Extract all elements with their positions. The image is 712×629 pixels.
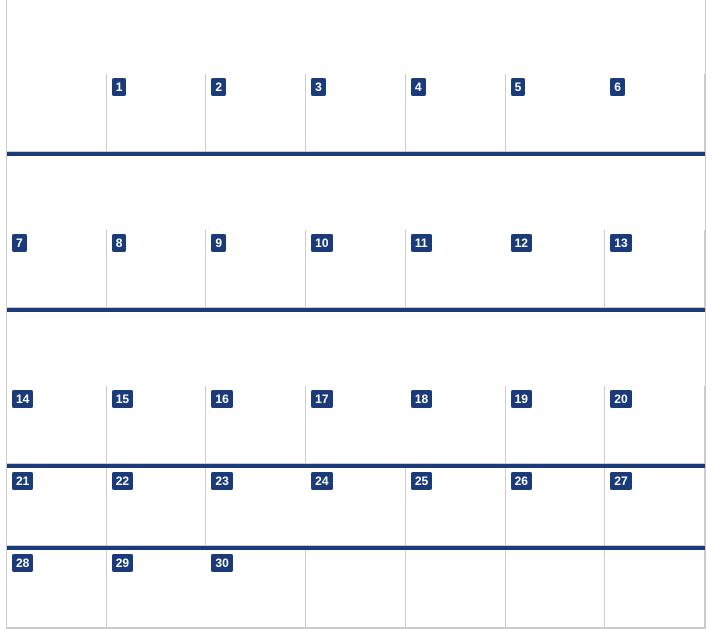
calendar-cell: 6 bbox=[605, 74, 705, 152]
calendar-cell: 27 bbox=[605, 468, 705, 546]
date-number: 3 bbox=[311, 78, 326, 97]
calendar-cell: 30 bbox=[206, 550, 306, 628]
calendar-cell: 15 bbox=[107, 386, 207, 464]
calendar-cell: 24 bbox=[306, 468, 406, 546]
date-number: 22 bbox=[112, 472, 133, 491]
calendar-cell: 25 bbox=[406, 468, 506, 546]
date-number: 27 bbox=[610, 472, 631, 491]
date-number: 6 bbox=[610, 78, 625, 97]
date-number: 12 bbox=[511, 234, 532, 253]
calendar-cell bbox=[506, 550, 606, 628]
date-number: 7 bbox=[12, 234, 27, 253]
week-divider-2 bbox=[7, 308, 705, 312]
calendar-cell: 2 bbox=[206, 74, 306, 152]
calendar-cell: 11 bbox=[406, 230, 506, 308]
date-number: 29 bbox=[112, 554, 133, 573]
date-number: 20 bbox=[610, 390, 631, 409]
date-number: 2 bbox=[211, 78, 226, 97]
calendar-cell: 14 bbox=[7, 386, 107, 464]
calendar-cell bbox=[605, 550, 705, 628]
calendar-cell: 28 bbox=[7, 550, 107, 628]
calendar-cell: 13 bbox=[605, 230, 705, 308]
calendar-cell: 19 bbox=[506, 386, 606, 464]
date-number: 9 bbox=[211, 234, 226, 253]
calendar-cell bbox=[306, 550, 406, 628]
date-number: 21 bbox=[12, 472, 33, 491]
date-number: 13 bbox=[610, 234, 631, 253]
date-number: 26 bbox=[511, 472, 532, 491]
calendar-cell: 29 bbox=[107, 550, 207, 628]
date-number: 16 bbox=[211, 390, 232, 409]
calendar-grid: 1234567891011121314151617181920212223242… bbox=[7, 0, 705, 628]
calendar-cell: 8 bbox=[107, 230, 207, 308]
calendar-cell: 7 bbox=[7, 230, 107, 308]
calendar-cell: 20 bbox=[605, 386, 705, 464]
date-number: 11 bbox=[411, 234, 432, 253]
date-number: 5 bbox=[511, 78, 526, 97]
calendar: General Blue September 2025 Germany Sund… bbox=[6, 0, 706, 629]
calendar-cell: 21 bbox=[7, 468, 107, 546]
date-number: 17 bbox=[311, 390, 332, 409]
calendar-cell bbox=[7, 74, 107, 152]
date-number: 14 bbox=[12, 390, 33, 409]
date-number: 4 bbox=[411, 78, 426, 97]
date-number: 30 bbox=[211, 554, 232, 573]
date-number: 28 bbox=[12, 554, 33, 573]
calendar-cell: 23 bbox=[206, 468, 306, 546]
calendar-cell: 22 bbox=[107, 468, 207, 546]
date-number: 10 bbox=[311, 234, 332, 253]
calendar-cell: 10 bbox=[306, 230, 406, 308]
calendar-cell: 18 bbox=[406, 386, 506, 464]
calendar-cell: 4 bbox=[406, 74, 506, 152]
date-number: 24 bbox=[311, 472, 332, 491]
date-number: 18 bbox=[411, 390, 432, 409]
date-number: 25 bbox=[411, 472, 432, 491]
date-number: 1 bbox=[112, 78, 127, 97]
calendar-cell: 5 bbox=[506, 74, 606, 152]
date-number: 8 bbox=[112, 234, 127, 253]
date-number: 23 bbox=[211, 472, 232, 491]
date-number: 19 bbox=[511, 390, 532, 409]
week-divider-1 bbox=[7, 152, 705, 156]
calendar-cell: 9 bbox=[206, 230, 306, 308]
calendar-cell: 12 bbox=[506, 230, 606, 308]
calendar-cell bbox=[406, 550, 506, 628]
date-number: 15 bbox=[112, 390, 133, 409]
calendar-cell: 1 bbox=[107, 74, 207, 152]
calendar-cell: 3 bbox=[306, 74, 406, 152]
calendar-cell: 26 bbox=[506, 468, 606, 546]
calendar-cell: 17 bbox=[306, 386, 406, 464]
calendar-cell: 16 bbox=[206, 386, 306, 464]
